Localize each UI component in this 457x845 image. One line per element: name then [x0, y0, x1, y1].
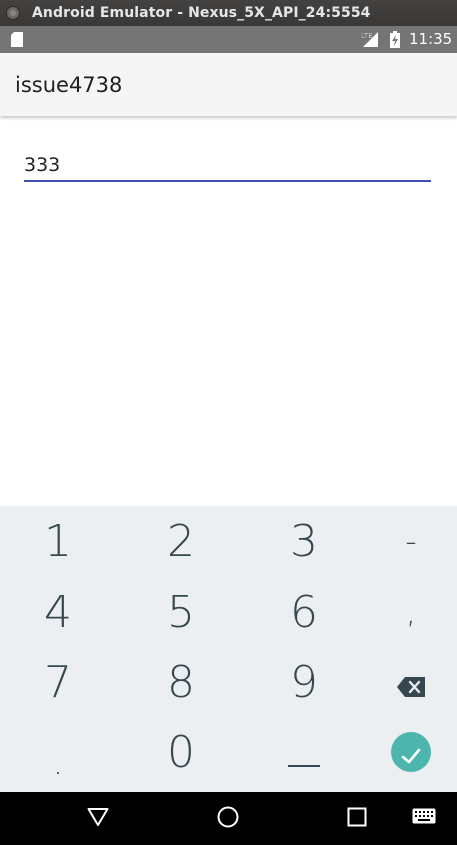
emulator-title-bar: Android Emulator - Nexus_5X_API_24:5554	[0, 0, 457, 26]
recents-icon	[347, 807, 367, 832]
space-key[interactable]	[247, 717, 361, 787]
back-icon	[87, 807, 109, 832]
window-close-button[interactable]	[6, 6, 20, 20]
sd-card-icon	[11, 32, 23, 52]
window-title: Android Emulator - Nexus_5X_API_24:5554	[32, 5, 371, 21]
key-4[interactable]: 4	[1, 577, 115, 647]
key-0[interactable]: 0	[124, 717, 238, 787]
done-button	[391, 732, 431, 772]
key-1[interactable]: 1	[1, 506, 115, 576]
app-bar: issue4738	[0, 53, 457, 116]
backspace-key[interactable]	[354, 647, 457, 717]
navigation-bar	[0, 792, 457, 845]
network-label: LTE	[361, 32, 373, 40]
key-9[interactable]: 9	[247, 647, 361, 717]
checkmark-icon	[400, 727, 422, 778]
status-clock: 11:35	[409, 30, 453, 48]
keyboard-icon	[412, 808, 436, 831]
recents-button[interactable]	[343, 805, 371, 833]
battery-charging-icon	[390, 31, 400, 53]
numeric-keyboard: 1 2 3 - 4 5 6 , 7 8 9 . 0	[0, 506, 457, 792]
done-key[interactable]	[354, 717, 457, 787]
key-8[interactable]: 8	[124, 647, 238, 717]
key-7[interactable]: 7	[1, 647, 115, 717]
backspace-icon	[397, 657, 425, 708]
entry-value: 333	[24, 154, 61, 176]
keyboard-switch-button[interactable]	[410, 805, 438, 833]
number-entry-field[interactable]: 333	[24, 150, 431, 182]
key-5[interactable]: 5	[124, 577, 238, 647]
back-button[interactable]	[84, 805, 112, 833]
key-dash[interactable]: -	[354, 506, 457, 576]
key-6[interactable]: 6	[247, 577, 361, 647]
content-area: 333	[0, 116, 457, 506]
key-comma[interactable]: ,	[354, 577, 457, 647]
status-bar: LTE 11:35	[0, 26, 457, 53]
key-period[interactable]: .	[1, 717, 115, 787]
page-title: issue4738	[15, 73, 123, 97]
lte-signal-icon: LTE	[361, 31, 379, 52]
key-2[interactable]: 2	[124, 506, 238, 576]
home-icon	[217, 806, 239, 833]
key-3[interactable]: 3	[247, 506, 361, 576]
home-button[interactable]	[214, 805, 242, 833]
space-bar-icon	[288, 727, 320, 778]
